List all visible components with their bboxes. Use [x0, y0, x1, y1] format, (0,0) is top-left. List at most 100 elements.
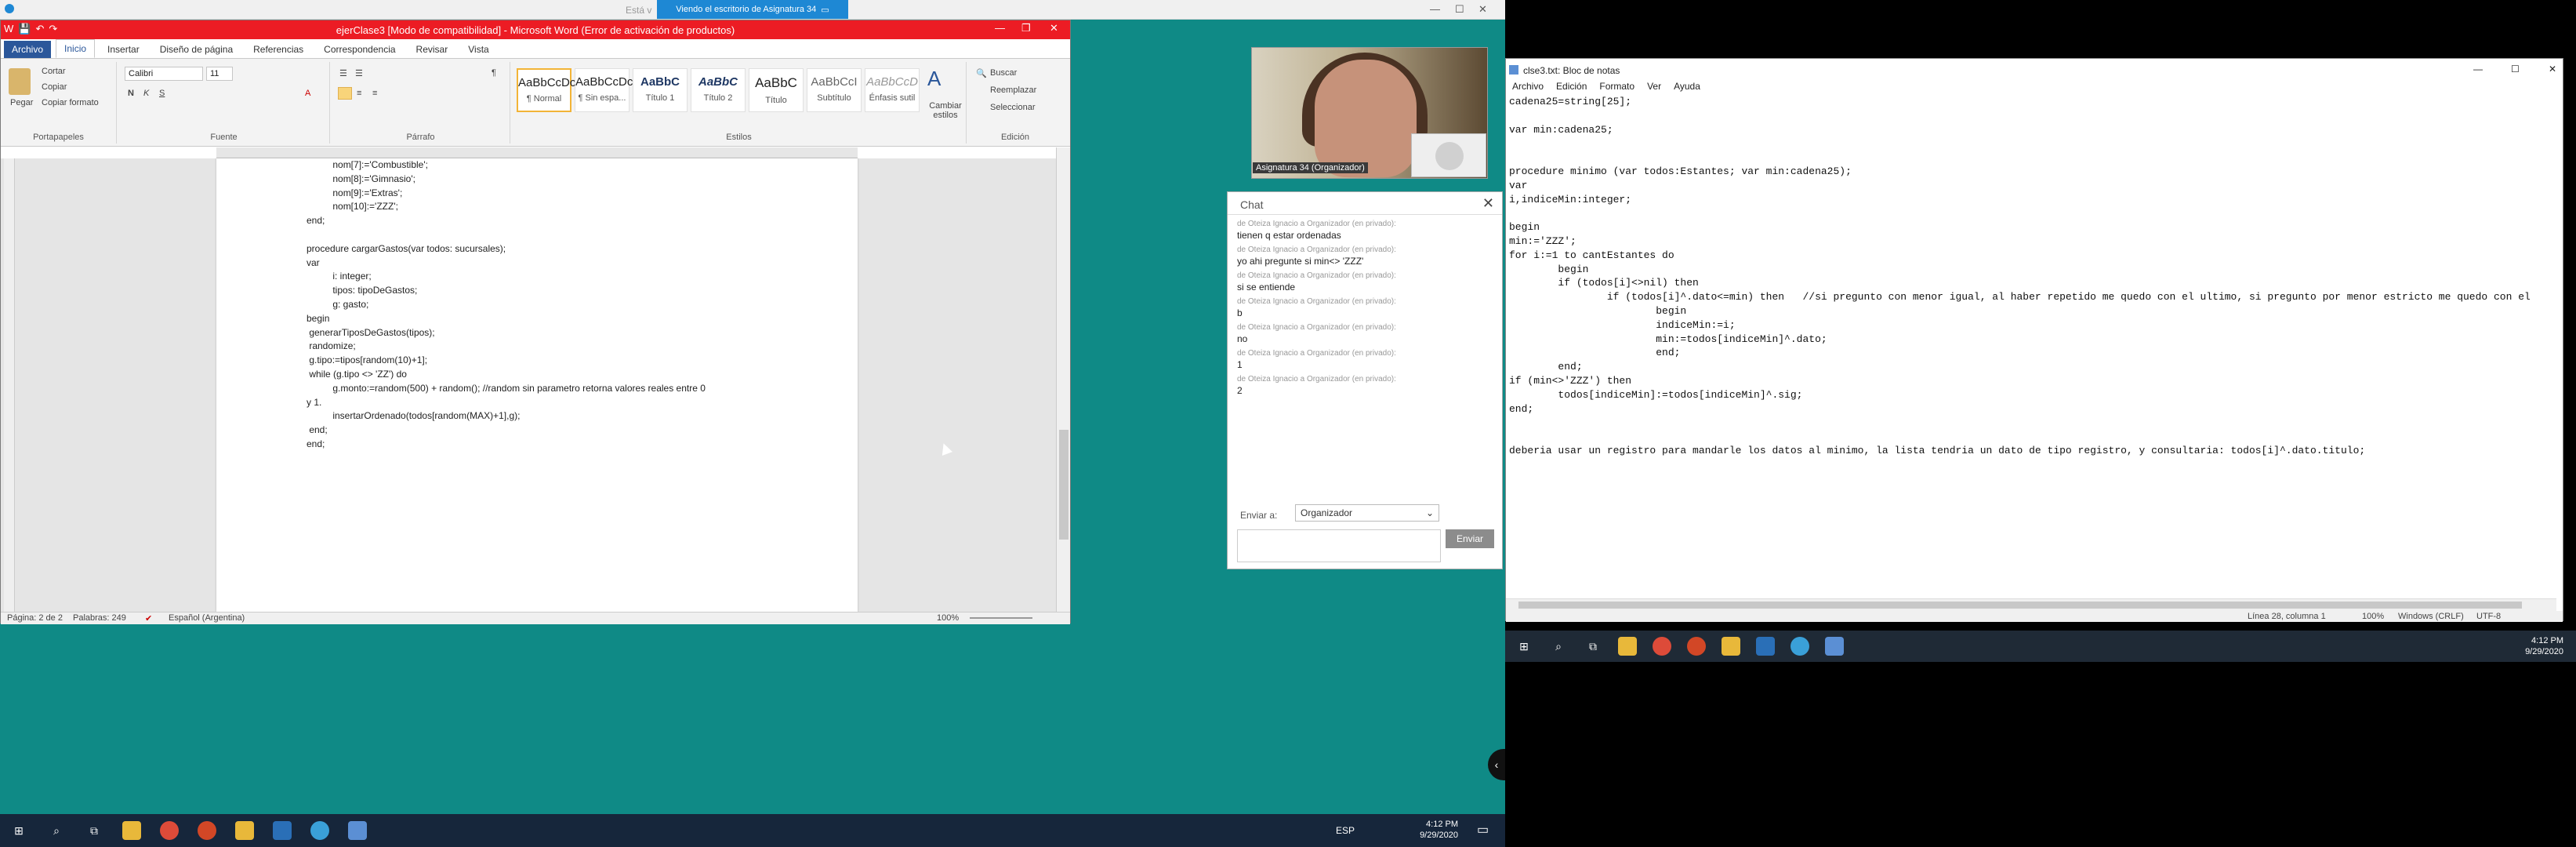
style-heading-1[interactable]: AaBbC Título 1 — [633, 68, 688, 112]
notifications-icon[interactable]: ▭ — [1477, 822, 1489, 838]
language-indicator[interactable]: Español (Argentina) — [169, 613, 245, 623]
close-icon[interactable]: ✕ — [2549, 64, 2556, 75]
folder-app-icon[interactable] — [235, 821, 254, 840]
tab-inicio[interactable]: Inicio — [56, 39, 96, 58]
close-icon[interactable]: ✕ — [1482, 195, 1494, 212]
tab-referencias[interactable]: Referencias — [245, 41, 311, 58]
bold-icon[interactable]: N — [128, 89, 134, 98]
copy-button[interactable]: Copiar — [42, 82, 67, 92]
vertical-scrollbar[interactable] — [1056, 147, 1070, 612]
powerpoint-icon[interactable] — [198, 821, 216, 840]
style-normal[interactable]: AaBbCcDc ¶ Normal — [517, 68, 575, 112]
input-language[interactable]: ESP — [1336, 825, 1355, 836]
font-color-icon[interactable]: A — [305, 89, 310, 98]
underline-icon[interactable]: S — [159, 89, 165, 98]
paragraph-group: ☰ ☰ ¶ ≡ ≡ Párrafo — [332, 62, 510, 144]
tab-revisar[interactable]: Revisar — [408, 41, 456, 58]
cut-button[interactable]: Cortar — [42, 67, 66, 76]
proofing-icon[interactable]: ✔ — [145, 613, 152, 623]
change-styles-button[interactable]: Cambiar estilos — [924, 101, 967, 120]
bullets-icon[interactable]: ☰ — [339, 68, 347, 78]
chrome-icon[interactable] — [1653, 637, 1671, 656]
menu-edicion[interactable]: Edición — [1556, 81, 1587, 95]
paste-button[interactable]: Pegar — [10, 98, 33, 107]
minimize-icon[interactable]: — — [2473, 64, 2483, 75]
minimize-icon[interactable]: — — [1430, 3, 1440, 15]
send-to-select[interactable]: Organizador ⌄ — [1295, 504, 1439, 522]
pilcrow-icon[interactable]: ¶ — [492, 68, 496, 78]
font-name-select[interactable]: Calibri — [125, 67, 203, 81]
style-no-spacing[interactable]: AaBbCcDc ¶ Sin espa... — [575, 68, 633, 112]
scrollbar-thumb[interactable] — [1059, 430, 1068, 540]
menu-formato[interactable]: Formato — [1599, 81, 1634, 95]
zoom-slider[interactable] — [970, 617, 1032, 619]
style-title[interactable]: AaBbC Título — [749, 68, 804, 112]
minimize-icon[interactable]: — — [995, 22, 1005, 34]
paste-icon[interactable] — [9, 68, 31, 95]
close-icon[interactable]: ✕ — [1478, 3, 1487, 16]
menu-ayuda[interactable]: Ayuda — [1674, 81, 1700, 95]
task-view-icon[interactable]: ⧉ — [85, 821, 103, 840]
restore-icon[interactable]: ❐ — [1021, 22, 1031, 35]
menu-archivo[interactable]: Archivo — [1512, 81, 1544, 95]
maximize-icon[interactable]: ☐ — [2511, 64, 2520, 75]
viewer-top-bar: Está v Viendo el escritorio de Asignatur… — [0, 0, 1505, 20]
change-styles-icon[interactable]: A — [927, 67, 941, 91]
maximize-icon[interactable]: ☐ — [1455, 3, 1464, 16]
scrollbar-thumb[interactable] — [1518, 602, 2522, 609]
start-icon[interactable]: ⊞ — [9, 821, 28, 840]
folder-app-icon[interactable] — [1722, 637, 1740, 656]
tab-diseno[interactable]: Diseño de página — [152, 41, 241, 58]
numbering-icon[interactable]: ☰ — [355, 68, 363, 78]
notepad-taskbar-icon[interactable] — [348, 821, 367, 840]
tab-insertar[interactable]: Insertar — [100, 41, 147, 58]
align-right-icon[interactable]: ≡ — [372, 89, 377, 98]
clock[interactable]: 4:12 PM 9/29/2020 — [2485, 635, 2563, 657]
italic-icon[interactable]: K — [143, 89, 149, 98]
chat-input[interactable] — [1237, 529, 1441, 562]
horizontal-scrollbar[interactable] — [1506, 598, 2556, 611]
find-button[interactable]: Buscar — [990, 68, 1017, 78]
replace-button[interactable]: Reemplazar — [990, 85, 1036, 95]
task-view-icon[interactable]: ⧉ — [1584, 637, 1602, 656]
meeting-app-icon[interactable] — [1791, 637, 1809, 656]
search-icon[interactable]: ⌕ — [1549, 637, 1568, 656]
format-painter-button[interactable]: Copiar formato — [42, 98, 99, 107]
redo-icon[interactable]: ↷ — [49, 23, 57, 35]
tab-vista[interactable]: Vista — [460, 41, 496, 58]
notepad-taskbar-icon[interactable] — [1825, 637, 1844, 656]
undo-icon[interactable]: ↶ — [35, 23, 44, 35]
align-center-icon[interactable]: ≡ — [357, 89, 361, 98]
menu-ver[interactable]: Ver — [1647, 81, 1661, 95]
tab-archivo[interactable]: Archivo — [4, 41, 52, 58]
send-button[interactable]: Enviar — [1446, 529, 1494, 548]
encoding: UTF-8 — [2476, 612, 2502, 621]
meeting-app-icon[interactable] — [310, 821, 329, 840]
document-line: nom[8]:='Gimnasio'; — [307, 173, 415, 184]
find-icon[interactable]: 🔍 — [976, 68, 987, 78]
style-heading-2[interactable]: AaBbC Título 2 — [691, 68, 746, 112]
zoom-level[interactable]: 100% — [937, 613, 959, 623]
chrome-icon[interactable] — [160, 821, 179, 840]
close-icon[interactable]: ✕ — [1050, 22, 1058, 35]
tab-correspondencia[interactable]: Correspondencia — [316, 41, 403, 58]
word-logo-icon: W — [4, 23, 14, 35]
select-button[interactable]: Seleccionar — [990, 103, 1035, 112]
screen-share-banner[interactable]: Viendo el escritorio de Asignatura 34 ▭ — [657, 0, 848, 19]
style-subtle-emphasis[interactable]: AaBbCcD Énfasis sutil — [865, 68, 920, 112]
chat-message-meta: de Oteiza Ignacio a Organizador (en priv… — [1237, 220, 1396, 228]
notepad-text-area[interactable]: cadena25=string[25]; var min:cadena25; p… — [1509, 95, 2544, 653]
app-icon[interactable] — [1756, 637, 1775, 656]
style-subtitle[interactable]: AaBbCcI Subtítulo — [807, 68, 862, 112]
align-left-icon[interactable] — [338, 87, 352, 100]
font-size-select[interactable]: 11 — [206, 67, 233, 81]
file-explorer-icon[interactable] — [122, 821, 141, 840]
start-icon[interactable]: ⊞ — [1515, 637, 1533, 656]
document-page[interactable]: nom[7]:='Combustible'; nom[8]:='Gimnasio… — [216, 158, 858, 612]
search-icon[interactable]: ⌕ — [47, 821, 66, 840]
powerpoint-icon[interactable] — [1687, 637, 1706, 656]
app-icon[interactable] — [273, 821, 292, 840]
clock[interactable]: 4:12 PM 9/29/2020 — [1380, 819, 1458, 841]
file-explorer-icon[interactable] — [1618, 637, 1637, 656]
save-icon[interactable]: 💾 — [18, 23, 31, 35]
